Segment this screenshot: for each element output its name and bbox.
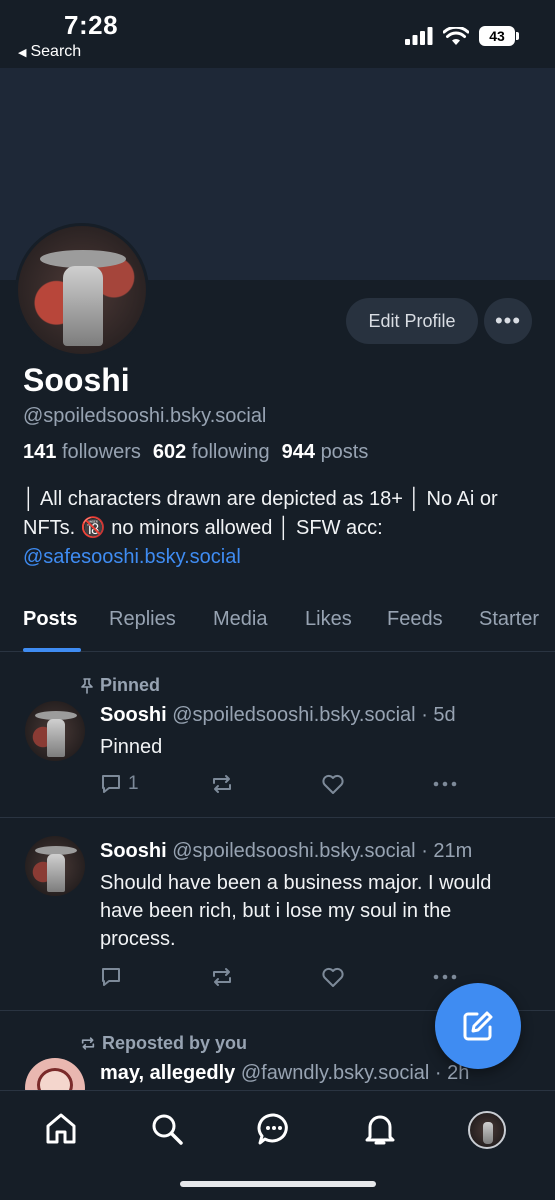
nav-chat[interactable]: [254, 1109, 294, 1149]
back-to-search[interactable]: ◀ Search: [18, 43, 81, 61]
reposted-label: Reposted by you: [80, 1033, 247, 1054]
reply-count: 1: [128, 773, 139, 794]
more-dots-icon: [433, 974, 457, 980]
profile-avatar[interactable]: [15, 223, 149, 357]
profile-more-button[interactable]: •••: [484, 298, 532, 344]
posts-stat: 944 posts: [281, 441, 369, 463]
bell-icon: [365, 1115, 395, 1145]
followers-stat[interactable]: 141 followers: [23, 441, 141, 464]
back-triangle-icon: ◀: [18, 46, 27, 59]
post-more-button[interactable]: [432, 966, 458, 988]
avatar-art-figure: [47, 854, 65, 892]
home-icon: [46, 1113, 76, 1144]
tab-posts[interactable]: Posts: [23, 608, 77, 631]
back-label: Search: [30, 43, 82, 60]
pinned-label: Pinned: [80, 675, 160, 696]
active-tab-indicator: [23, 648, 81, 652]
reply-icon: [102, 775, 120, 793]
nav-notifications[interactable]: [360, 1109, 400, 1149]
tab-likes[interactable]: Likes: [305, 608, 352, 631]
heart-icon: [322, 967, 344, 987]
reply-button[interactable]: [100, 966, 122, 988]
post-text: Pinned: [100, 736, 163, 758]
avatar-art-figure: [47, 719, 65, 757]
wifi-icon: [443, 26, 469, 45]
post-author-name: may, allegedly: [100, 1062, 236, 1084]
like-button[interactable]: [321, 773, 345, 795]
repost-button[interactable]: [210, 773, 234, 795]
reposted-text: Reposted by you: [102, 1033, 248, 1053]
post-header[interactable]: Sooshi @spoiledsooshi.bsky.social · 5d: [100, 704, 456, 727]
pin-icon: [81, 677, 93, 694]
status-time: 7:28: [64, 10, 119, 40]
bio-link[interactable]: @safesooshi.bsky.social: [23, 543, 543, 572]
profile-bio: │ All characters drawn are depicted as 1…: [23, 485, 543, 572]
edit-profile-button[interactable]: Edit Profile: [346, 298, 478, 344]
reply-button[interactable]: 1: [100, 773, 139, 795]
post-author-handle: @spoiledsooshi.bsky.social: [172, 704, 416, 726]
profile-name: Sooshi: [23, 362, 130, 398]
repost-icon: [81, 1037, 95, 1050]
profile-stats: 141 followers 602 following 944 posts: [23, 441, 368, 464]
post-header[interactable]: Sooshi @spoiledsooshi.bsky.social · 21m: [100, 840, 472, 863]
bio-text: │ All characters drawn are depicted as 1…: [23, 488, 498, 539]
like-button[interactable]: [321, 966, 345, 988]
chat-icon: [257, 1113, 288, 1145]
post-author-avatar[interactable]: [25, 701, 85, 761]
nav-home[interactable]: [41, 1109, 81, 1149]
post-author-name: Sooshi: [100, 704, 167, 726]
compose-icon: [463, 1011, 493, 1041]
profile-tabs: Posts Replies Media Likes Feeds Starter: [0, 596, 555, 652]
battery-indicator: 43: [479, 26, 519, 46]
heart-icon: [322, 774, 344, 794]
post-time: · 21m: [421, 840, 473, 862]
post-time: · 5d: [421, 704, 456, 726]
tab-replies[interactable]: Replies: [109, 608, 176, 631]
post-author-handle: @spoiledsooshi.bsky.social: [172, 840, 416, 862]
repost-icon: [213, 968, 231, 986]
post-more-button[interactable]: [432, 773, 458, 795]
avatar-art-figure: [483, 1122, 493, 1144]
status-bar: 7:28 ◀ Search 43: [0, 0, 555, 68]
tab-starter[interactable]: Starter: [479, 608, 539, 631]
search-icon: [152, 1114, 183, 1145]
profile-handle: @spoiledsooshi.bsky.social: [23, 405, 267, 427]
avatar-art-figure: [63, 266, 103, 346]
post-divider: [0, 817, 555, 818]
nav-search[interactable]: [147, 1109, 187, 1149]
home-indicator: [180, 1181, 376, 1187]
reply-icon: [102, 968, 120, 986]
repost-icon: [213, 775, 231, 793]
repost-button[interactable]: [210, 966, 234, 988]
pinned-text: Pinned: [100, 675, 161, 695]
tab-media[interactable]: Media: [213, 608, 267, 631]
post-author-name: Sooshi: [100, 840, 167, 862]
post-header[interactable]: may, allegedly @fawndly.bsky.social · 2h: [100, 1062, 469, 1085]
compose-button[interactable]: [435, 983, 521, 1069]
nav-profile-avatar[interactable]: [468, 1111, 506, 1149]
cellular-signal-icon: [405, 27, 433, 45]
more-dots-icon: [433, 781, 457, 787]
tab-feeds[interactable]: Feeds: [387, 608, 443, 631]
following-stat[interactable]: 602 following: [153, 441, 270, 464]
post-author-avatar[interactable]: [25, 836, 85, 896]
status-icons: 43: [405, 26, 519, 46]
post-author-handle: @fawndly.bsky.social: [240, 1062, 430, 1084]
post-text: Should have been a business major. I wou…: [100, 872, 492, 950]
